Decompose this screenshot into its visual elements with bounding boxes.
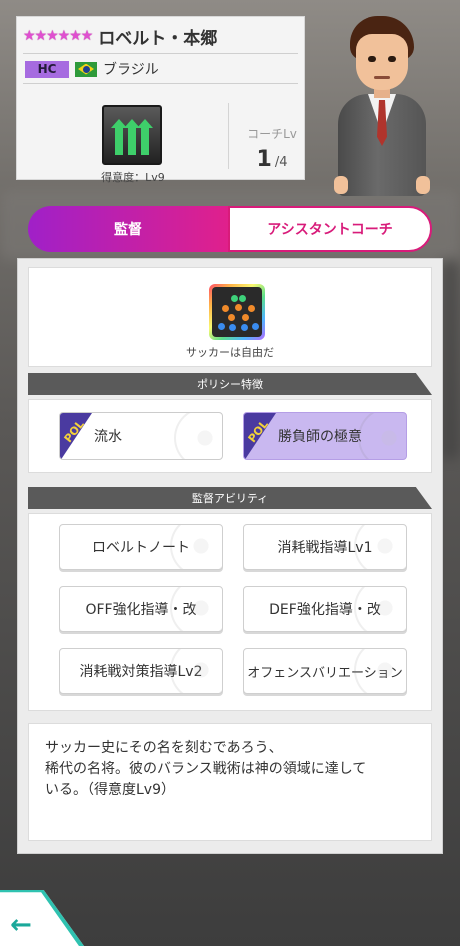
team-style-icon[interactable] <box>209 284 265 340</box>
coach-description: サッカー史にその名を刻むであろう、 稀代の名将。彼のバランス戦術は神の領域に達し… <box>28 723 432 841</box>
divider <box>23 53 298 54</box>
avatar-eye <box>388 56 396 62</box>
coach-meta-row: HC ブラジル <box>25 58 159 80</box>
background-blur <box>440 260 460 460</box>
avatar-eye <box>368 56 376 62</box>
policy-section-header: ポリシー特徴 <box>28 373 432 395</box>
formation-dot <box>218 323 225 330</box>
coach-lv-current: 1 <box>256 147 272 172</box>
coach-lv-max: /4 <box>274 155 288 170</box>
arrow-up-icon <box>137 119 153 155</box>
back-button[interactable]: ← <box>0 890 84 946</box>
tab-assistant-coach[interactable]: アシスタントコーチ <box>228 206 432 252</box>
policy-item-ryusui[interactable]: POL 流水 <box>59 412 223 460</box>
ability-section-header: 監督アビリティ <box>28 487 432 509</box>
proficiency-level: 得意度：Lv9 <box>101 171 165 184</box>
team-style-name: サッカーは自由だ <box>186 346 274 359</box>
policy-item-label: 勝負師の極意 <box>278 429 362 445</box>
soccer-ball-icon <box>354 587 406 631</box>
divider <box>23 83 298 84</box>
soccer-ball-icon <box>170 525 222 569</box>
soccer-ball-icon <box>170 587 222 631</box>
ability-def-boost-coaching[interactable]: DEF強化指導・改 <box>243 586 407 632</box>
ability-off-boost-coaching[interactable]: OFF強化指導・改 <box>59 586 223 632</box>
ability-attrition-counter-lv2[interactable]: 消耗戦対策指導Lv2 <box>59 648 223 694</box>
arrow-up-icon <box>124 119 140 155</box>
policy-item-label: 流水 <box>94 429 122 445</box>
soccer-ball-icon <box>354 525 406 569</box>
formation-dot <box>229 324 236 331</box>
coach-avatar <box>330 10 442 196</box>
soccer-ball-icon <box>354 649 406 693</box>
description-line: 稀代の名将。彼のバランス戦術は神の領域に達して <box>45 761 367 777</box>
formation-dot <box>252 323 259 330</box>
avatar-hand <box>416 176 430 194</box>
formation-dot <box>228 314 235 321</box>
formation-dot <box>241 324 248 331</box>
avatar-face <box>356 34 408 90</box>
rarity-stars: ★★★★★★ <box>23 28 93 44</box>
ability-card: ロベルトノート 消耗戦指導Lv1 OFF強化指導・改 DEF強化指導・改 消耗戦… <box>28 513 432 711</box>
formation-dot <box>222 305 229 312</box>
avatar-hand <box>334 176 348 194</box>
coach-detail-panel: サッカーは自由だ ポリシー特徴 POL 流水 POL 勝負師の極意 監督アビリテ… <box>17 258 443 854</box>
soccer-ball-icon <box>170 649 222 693</box>
coach-lv-label: コーチLv <box>247 127 297 141</box>
formation-dot <box>242 314 249 321</box>
description-line: サッカー史にその名を刻むであろう、 <box>45 740 283 756</box>
training-boost-icon[interactable] <box>102 105 162 165</box>
role-badge: HC <box>25 60 69 78</box>
team-style-card: サッカーは自由だ <box>28 267 432 367</box>
coach-name-row: ★★★★★★ ロベルト・本郷 <box>23 23 298 49</box>
coach-name: ロベルト・本郷 <box>98 28 218 49</box>
policy-item-shoubushi[interactable]: POL 勝負師の極意 <box>243 412 407 460</box>
formation-dot <box>231 295 238 302</box>
soccer-ball-icon <box>174 413 222 459</box>
formation-dot <box>239 295 246 302</box>
policy-card: POL 流水 POL 勝負師の極意 <box>28 399 432 473</box>
tab-manager[interactable]: 監督 <box>28 206 228 252</box>
description-line: いる。（得意度Lv9） <box>45 782 175 798</box>
back-arrow-icon: ← <box>10 910 32 940</box>
brazil-flag-icon <box>75 61 97 77</box>
arrow-up-icon <box>111 119 127 155</box>
formation-icon <box>212 287 262 337</box>
ability-roberto-note[interactable]: ロベルトノート <box>59 524 223 570</box>
formation-dot <box>235 304 242 311</box>
coach-type-tabs: 監督 アシスタントコーチ <box>28 206 432 252</box>
divider <box>228 103 229 169</box>
formation-dot <box>248 305 255 312</box>
ability-attrition-coaching-lv1[interactable]: 消耗戦指導Lv1 <box>243 524 407 570</box>
coach-info-card: ★★★★★★ ロベルト・本郷 HC ブラジル 得意度：Lv9 コーチLv 1/4 <box>16 16 305 184</box>
ability-offense-variation[interactable]: オフェンスバリエーション <box>243 648 407 694</box>
nationality: ブラジル <box>103 62 159 78</box>
avatar-mouth <box>374 76 390 79</box>
soccer-ball-icon <box>358 413 406 459</box>
coach-lv-value: 1/4 <box>232 147 312 172</box>
